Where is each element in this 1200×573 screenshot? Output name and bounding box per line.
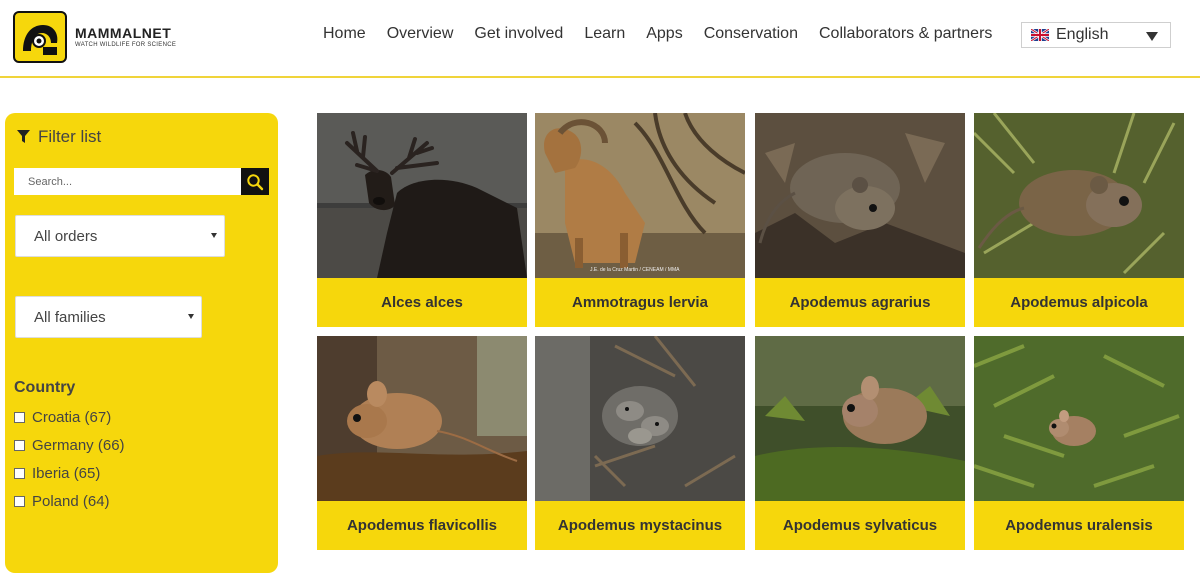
species-card[interactable]: Apodemus mystacinus [535, 336, 745, 550]
mammalnet-logo-icon [13, 11, 67, 63]
country-germany[interactable]: Germany (66) [14, 431, 125, 459]
country-label: Poland (64) [32, 492, 110, 510]
nav-get-involved[interactable]: Get involved [474, 25, 563, 43]
barbary-sheep-photo: J.E. de la Cruz Martin / CENEAM / MMA [535, 113, 745, 278]
species-name: Alces alces [381, 294, 463, 311]
chevron-down-icon [188, 314, 194, 319]
filter-title: Filter list [38, 127, 102, 146]
species-card[interactable]: Alces alces [317, 113, 527, 327]
species-name: Apodemus sylvaticus [782, 517, 938, 534]
filter-sidebar: Filter list All orders All families Coun… [5, 113, 278, 573]
species-name: Apodemus uralensis [1005, 517, 1153, 534]
country-label: Iberia (65) [32, 464, 101, 482]
search-icon [247, 173, 264, 190]
orders-select[interactable]: All orders [15, 215, 225, 257]
country-label: Croatia (67) [32, 408, 112, 426]
filter-heading: Filter list [17, 127, 101, 147]
filter-funnel-icon [17, 130, 30, 143]
country-checkbox[interactable] [14, 495, 25, 507]
yellow-necked-mouse-photo [317, 336, 527, 501]
species-name: Ammotragus lervia [572, 294, 708, 311]
species-card[interactable]: Apodemus alpicola [974, 113, 1184, 327]
country-checkbox[interactable] [14, 439, 25, 451]
species-search [14, 168, 269, 195]
species-name: Apodemus agrarius [789, 294, 931, 311]
country-poland[interactable]: Poland (64) [14, 487, 125, 515]
main-nav: Home Overview Get involved Learn Apps Co… [323, 25, 992, 43]
nav-collaborators-partners[interactable]: Collaborators & partners [819, 25, 992, 43]
families-select[interactable]: All families [15, 296, 202, 338]
species-name: Apodemus alpicola [1010, 294, 1148, 311]
search-input[interactable] [14, 168, 241, 195]
moose-photo [317, 113, 527, 278]
brand-tagline: WATCH WILDLIFE FOR SCIENCE [75, 42, 177, 48]
brand-name: MAMMALNET [75, 25, 172, 41]
families-select-value: All families [34, 309, 106, 326]
country-checkbox[interactable] [14, 411, 25, 423]
photo-credit: J.E. de la Cruz Martin / CENEAM / MMA [590, 267, 680, 273]
nav-learn[interactable]: Learn [584, 25, 625, 43]
country-label: Germany (66) [32, 436, 125, 454]
country-croatia[interactable]: Croatia (67) [14, 403, 125, 431]
species-card[interactable]: J.E. de la Cruz Martin / CENEAM / MMA Am… [535, 113, 745, 327]
uk-flag-icon [1031, 29, 1049, 41]
broad-toothed-mouse-photo [535, 336, 745, 501]
orders-select-value: All orders [34, 228, 98, 245]
alpine-mouse-photo [974, 113, 1184, 278]
species-card[interactable]: Apodemus agrarius [755, 113, 965, 327]
ural-field-mouse-photo [974, 336, 1184, 501]
nav-conservation[interactable]: Conservation [704, 25, 798, 43]
chevron-down-icon [211, 233, 217, 238]
country-iberia[interactable]: Iberia (65) [14, 459, 125, 487]
striped-field-mouse-photo [755, 113, 965, 278]
search-button[interactable] [241, 168, 269, 195]
site-header: MAMMALNET WATCH WILDLIFE FOR SCIENCE Hom… [0, 0, 1200, 78]
language-label: English [1056, 26, 1109, 43]
species-card[interactable]: Apodemus uralensis [974, 336, 1184, 550]
nav-overview[interactable]: Overview [387, 25, 454, 43]
species-card[interactable]: Apodemus flavicollis [317, 336, 527, 550]
country-list: Croatia (67) Germany (66) Iberia (65) Po… [14, 403, 125, 515]
chevron-down-icon [1146, 32, 1158, 41]
site-logo[interactable]: MAMMALNET WATCH WILDLIFE FOR SCIENCE [13, 11, 176, 63]
species-name: Apodemus flavicollis [346, 517, 498, 534]
language-select[interactable]: English [1021, 22, 1171, 48]
species-name: Apodemus mystacinus [557, 517, 723, 534]
nav-home[interactable]: Home [323, 25, 366, 43]
country-heading: Country [14, 379, 76, 396]
nav-apps[interactable]: Apps [646, 25, 682, 43]
wood-mouse-photo [755, 336, 965, 501]
country-checkbox[interactable] [14, 467, 25, 479]
species-card[interactable]: Apodemus sylvaticus [755, 336, 965, 550]
